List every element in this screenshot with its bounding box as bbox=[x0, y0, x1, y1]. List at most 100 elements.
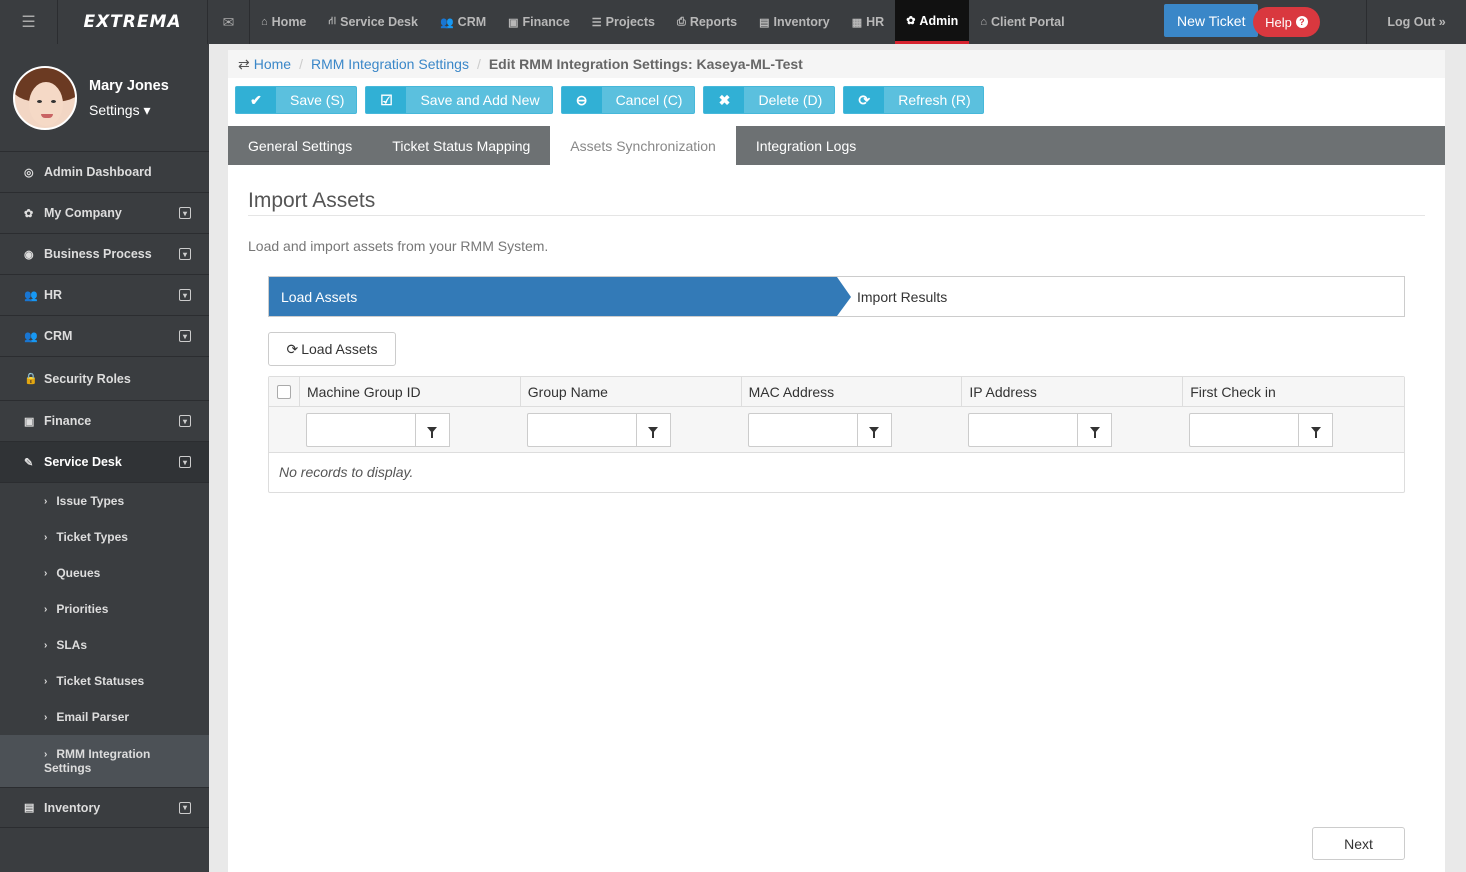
sidebar-subitem-queues[interactable]: › Queues bbox=[0, 555, 209, 591]
filter-icon bbox=[1310, 426, 1321, 438]
next-button[interactable]: Next bbox=[1312, 827, 1405, 860]
sidebar-item-service-desk[interactable]: ✎ Service Desk ▾ bbox=[0, 442, 209, 483]
nav-client-portal[interactable]: ⌂ Client Portal bbox=[969, 0, 1075, 44]
column-header-mac-address[interactable]: MAC Address bbox=[742, 377, 963, 406]
sidebar-subitem-slas[interactable]: › SLAs bbox=[0, 627, 209, 663]
cancel-button[interactable]: ⊖ Cancel (C) bbox=[560, 86, 696, 114]
sidebar-subitem-ticket-statuses[interactable]: › Ticket Statuses bbox=[0, 663, 209, 699]
sidebar-subitem-rmm-integration-settings[interactable]: › RMM Integration Settings bbox=[0, 735, 209, 787]
filter-input-machine-group-id[interactable] bbox=[305, 412, 416, 447]
nav-inventory[interactable]: ▤ Inventory bbox=[748, 0, 841, 44]
save-and-add-new-button[interactable]: ☑ Save and Add New bbox=[365, 86, 553, 114]
nav-service-desk[interactable]: ⛙ Service Desk bbox=[317, 0, 429, 44]
filter-input-ip-address[interactable] bbox=[968, 412, 1079, 447]
sidebar-subitem-issue-types[interactable]: › Issue Types bbox=[0, 483, 209, 519]
sidebar-item-business-process[interactable]: ◉ Business Process ▾ bbox=[0, 234, 209, 275]
avatar[interactable] bbox=[13, 66, 77, 130]
hamburger-menu-icon[interactable]: ☰ bbox=[0, 0, 58, 44]
list-icon: ☰ bbox=[591, 16, 602, 29]
filter-button[interactable] bbox=[636, 412, 671, 447]
expand-icon[interactable]: ▾ bbox=[179, 248, 191, 260]
users-icon: 👥 bbox=[24, 289, 38, 302]
sidebar-item-crm[interactable]: 👥 CRM ▾ bbox=[0, 316, 209, 357]
filter-input-group-name[interactable] bbox=[526, 412, 637, 447]
user-settings-dropdown[interactable]: Settings ▾ bbox=[89, 102, 151, 119]
gear-icon: ✿ bbox=[906, 15, 916, 27]
nav-reports[interactable]: ⎙ Reports bbox=[666, 0, 748, 44]
lock-icon: 🔒 bbox=[24, 373, 38, 385]
load-assets-button[interactable]: ⟳ Load Assets bbox=[268, 332, 396, 366]
expand-icon[interactable]: ▾ bbox=[179, 330, 191, 342]
sidebar-item-admin-dashboard[interactable]: ◎ Admin Dashboard bbox=[0, 152, 209, 193]
app-logo[interactable]: EXTREMA bbox=[58, 0, 208, 44]
assets-grid: Machine Group ID Group Name MAC Address … bbox=[268, 376, 1405, 493]
expand-icon[interactable]: ▾ bbox=[179, 289, 191, 301]
sidebar-item-inventory[interactable]: ▤ Inventory ▾ bbox=[0, 787, 209, 828]
column-header-ip-address[interactable]: IP Address bbox=[962, 377, 1184, 406]
tab-bar: General Settings Ticket Status Mapping A… bbox=[228, 126, 1445, 165]
select-all-checkbox[interactable] bbox=[276, 384, 291, 399]
filter-button[interactable] bbox=[415, 412, 450, 447]
sidebar-item-finance[interactable]: ▣ Finance ▾ bbox=[0, 401, 209, 442]
save-button[interactable]: ✔ Save (S) bbox=[235, 86, 358, 114]
minus-circle-icon: ⊖ bbox=[561, 87, 602, 113]
check-icon: ✔ bbox=[236, 87, 276, 113]
filter-button[interactable] bbox=[1078, 412, 1113, 447]
nav-home[interactable]: ⌂ Home bbox=[250, 0, 317, 44]
tab-assets-synchronization[interactable]: Assets Synchronization bbox=[550, 126, 736, 165]
new-ticket-button[interactable]: New Ticket bbox=[1164, 4, 1258, 37]
money-icon: ▣ bbox=[24, 415, 35, 428]
wizard-step-load-assets[interactable]: Load Assets bbox=[269, 277, 837, 316]
logout-link[interactable]: Log Out » bbox=[1366, 0, 1466, 44]
expand-icon[interactable]: ▾ bbox=[179, 801, 191, 814]
filter-icon bbox=[869, 426, 880, 438]
delete-button[interactable]: ✖ Delete (D) bbox=[703, 86, 836, 114]
filter-input-mac-address[interactable] bbox=[747, 412, 858, 447]
gear-icon: ✿ bbox=[24, 207, 34, 220]
wrench-icon: ✎ bbox=[24, 456, 34, 469]
dashboard-icon: ◎ bbox=[24, 166, 34, 179]
breadcrumb-rmm-settings[interactable]: RMM Integration Settings bbox=[311, 56, 469, 72]
collapse-icon[interactable]: ▾ bbox=[179, 456, 191, 468]
breadcrumb: ⇄ Home / RMM Integration Settings / Edit… bbox=[228, 50, 1445, 78]
help-button[interactable]: Help? bbox=[1253, 7, 1320, 37]
sidebar-subitem-email-parser[interactable]: › Email Parser bbox=[0, 699, 209, 735]
nav-finance[interactable]: ▣ Finance bbox=[497, 0, 581, 44]
mail-icon[interactable]: ✉ bbox=[208, 0, 250, 44]
expand-icon[interactable]: ▾ bbox=[179, 207, 191, 219]
sidebar-item-security-roles[interactable]: 🔒 Security Roles bbox=[0, 357, 209, 401]
filter-icon bbox=[648, 426, 659, 438]
filter-input-first-check-in[interactable] bbox=[1189, 412, 1300, 447]
chevron-right-icon: › bbox=[44, 711, 48, 723]
nav-hr[interactable]: ▦ HR bbox=[841, 0, 895, 44]
expand-icon[interactable]: ▾ bbox=[179, 415, 191, 427]
column-header-group-name[interactable]: Group Name bbox=[521, 377, 742, 406]
tab-ticket-status-mapping[interactable]: Ticket Status Mapping bbox=[372, 126, 550, 165]
refresh-button[interactable]: ⟳ Refresh (R) bbox=[843, 86, 984, 114]
breadcrumb-home[interactable]: Home bbox=[254, 56, 291, 72]
filter-icon bbox=[427, 426, 438, 438]
users-icon: 👥 bbox=[24, 330, 38, 343]
main-content: ⇄ Home / RMM Integration Settings / Edit… bbox=[228, 50, 1445, 872]
column-header-first-check-in[interactable]: First Check in bbox=[1183, 377, 1404, 406]
filter-button[interactable] bbox=[857, 412, 892, 447]
sidebar-item-hr[interactable]: 👥 HR ▾ bbox=[0, 275, 209, 316]
money-icon: ▣ bbox=[508, 16, 519, 29]
chevron-right-icon: › bbox=[44, 748, 48, 760]
tab-integration-logs[interactable]: Integration Logs bbox=[736, 126, 876, 165]
column-header-machine-group-id[interactable]: Machine Group ID bbox=[300, 377, 521, 406]
nav-projects[interactable]: ☰ Projects bbox=[581, 0, 666, 44]
sidebar-subitem-priorities[interactable]: › Priorities bbox=[0, 591, 209, 627]
divider bbox=[248, 215, 1425, 216]
wizard-step-import-results[interactable]: Import Results bbox=[857, 277, 947, 316]
nav-admin[interactable]: ✿ Admin bbox=[895, 0, 970, 44]
tab-general-settings[interactable]: General Settings bbox=[228, 126, 372, 165]
user-name: Mary Jones bbox=[89, 78, 169, 94]
filter-icon bbox=[1089, 426, 1100, 438]
filter-button[interactable] bbox=[1299, 412, 1334, 447]
grid-empty-message: No records to display. bbox=[279, 464, 414, 480]
nav-crm[interactable]: 👥 CRM bbox=[429, 0, 497, 44]
sidebar-subitem-ticket-types[interactable]: › Ticket Types bbox=[0, 519, 209, 555]
sidebar-item-my-company[interactable]: ✿ My Company ▾ bbox=[0, 193, 209, 234]
globe-icon: ◉ bbox=[24, 248, 34, 261]
